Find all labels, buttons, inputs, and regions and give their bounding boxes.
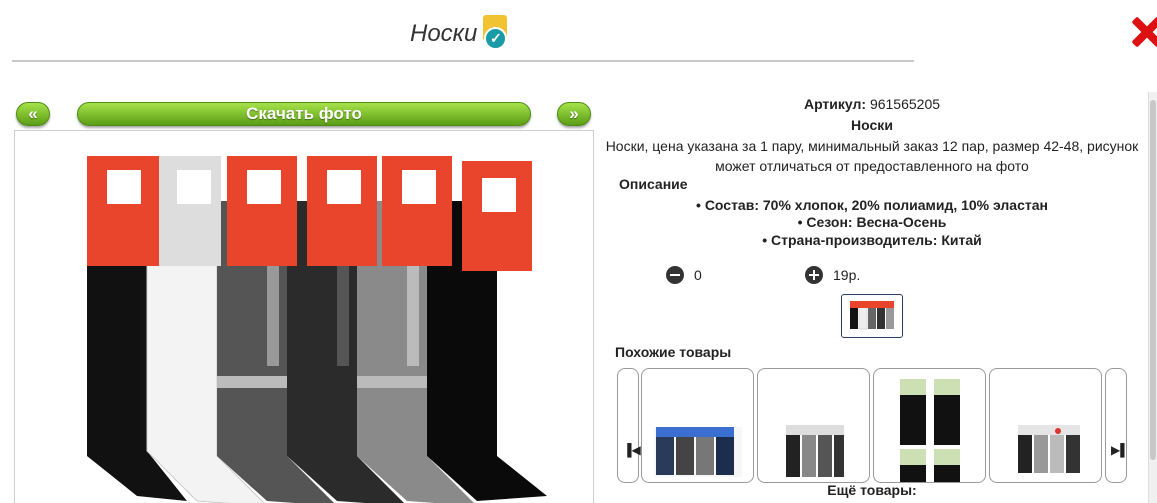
photo-thumbnail[interactable] [841,294,903,338]
similar-product-card[interactable] [989,368,1102,483]
skip-back-icon: ▐◀ [623,443,641,457]
similar-product-card[interactable] [757,368,870,483]
carousel-prev-button[interactable]: ▐◀ [617,368,641,483]
close-icon[interactable] [1131,12,1157,52]
product-name: Носки [851,117,893,133]
next-photo-button[interactable]: » [557,102,591,126]
skip-forward-icon: ▶▌ [1111,443,1129,457]
quantity-value: 0 [694,267,702,283]
similar-product-card[interactable] [641,368,754,483]
plus-icon[interactable] [805,266,823,284]
page-title: Носки [410,20,478,47]
product-photo [14,130,594,503]
spec-bullet: • Страна-производитель: Китай [762,232,982,248]
spec-bullet: • Сезон: Весна-Осень [797,214,947,230]
similar-product-card[interactable] [873,368,986,483]
similar-products-carousel: ▐◀ ▶▌ [617,368,1129,483]
product-description: Носки, цена указана за 1 пару, минимальн… [605,138,1139,174]
spec-bullet: • Состав: 70% хлопок, 20% полиамид, 10% … [696,197,1048,213]
verified-check-icon: ✓ [481,15,509,53]
description-title: Описание [619,176,688,192]
carousel-next-button[interactable]: ▶▌ [1105,368,1129,483]
scrollbar-thumb[interactable] [1150,100,1156,460]
article-value: 961565205 [869,96,941,112]
price: 19р. [833,267,861,283]
minus-icon[interactable] [666,266,684,284]
article-label: Артикул: [803,96,867,112]
more-products-label: Ещё товары: [827,482,917,498]
download-photo-button[interactable]: Скачать фото [77,102,531,126]
vertical-scrollbar[interactable] [1148,92,1157,503]
similar-products-title: Похожие товары [615,344,732,360]
title-wrap: Носки ✓ [410,15,509,53]
prev-photo-button[interactable]: « [16,102,50,126]
article-line: Артикул: 961565205 [598,96,1146,112]
